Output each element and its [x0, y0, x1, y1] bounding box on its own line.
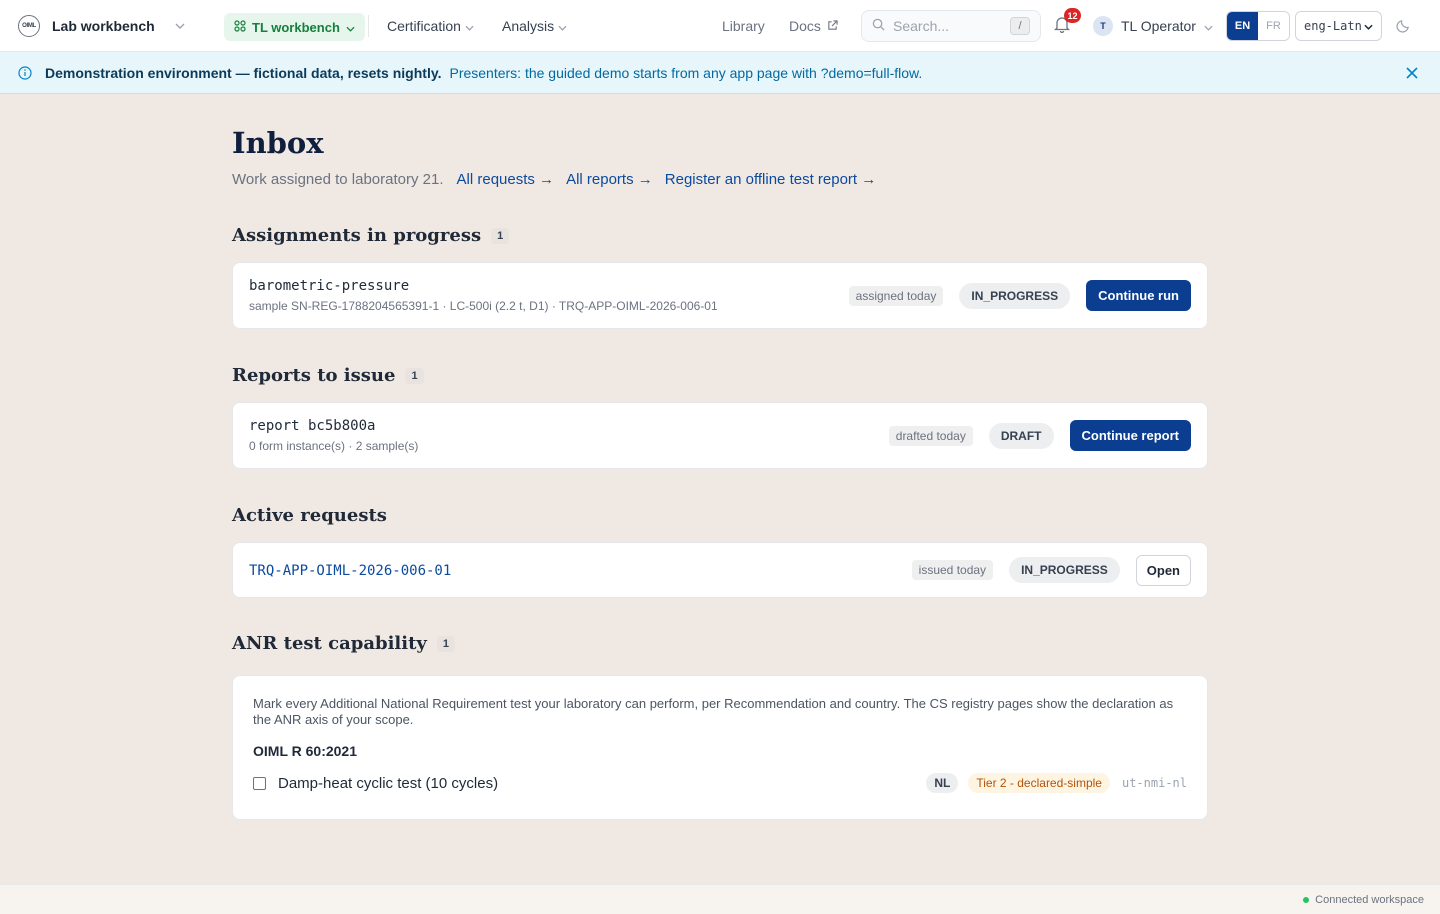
reports-count: 1: [405, 367, 424, 384]
open-request-button[interactable]: Open: [1135, 554, 1191, 586]
continue-run-button[interactable]: Continue run: [1086, 280, 1191, 311]
user-menu[interactable]: T TL Operator: [1093, 0, 1213, 52]
requests-heading-text: Active requests: [232, 505, 387, 526]
anr-heading: ANR test capability 1: [232, 633, 455, 654]
script-select[interactable]: eng-Latn: [1295, 11, 1382, 41]
nav-library-label: Library: [722, 18, 765, 34]
report-card: report bc5b800a 0 form instance(s) · 2 s…: [232, 402, 1208, 469]
assignment-card: barometric-pressure sample SN-REG-178820…: [232, 262, 1208, 329]
anr-test-row: Damp-heat cyclic test (10 cycles) NL Tie…: [253, 773, 1187, 793]
lang-fr-button[interactable]: FR: [1258, 12, 1289, 40]
reports-heading: Reports to issue 1: [232, 365, 424, 386]
language-toggle: EN FR: [1226, 11, 1290, 41]
workbench-label: TL workbench: [252, 19, 340, 35]
request-card: TRQ-APP-OIML-2026-006-01 issued today IN…: [232, 542, 1208, 598]
anr-test-checkbox[interactable]: [253, 776, 266, 790]
report-age-badge: drafted today: [888, 425, 973, 446]
close-icon[interactable]: [1406, 66, 1418, 82]
oiml-logo: OIML: [18, 14, 40, 37]
search-input[interactable]: Search... /: [861, 10, 1041, 42]
nav-docs[interactable]: Docs: [789, 0, 838, 52]
report-title: report bc5b800a: [249, 418, 376, 434]
divider: [368, 15, 369, 37]
all-requests-link[interactable]: All requests →: [457, 171, 555, 188]
status-badge: IN_PROGRESS: [959, 282, 1071, 309]
all-reports-link[interactable]: All reports →: [566, 171, 653, 188]
app-name: Lab workbench: [52, 17, 155, 34]
country-badge: NL: [926, 773, 959, 793]
nav-certification-label: Certification: [387, 18, 461, 34]
request-link[interactable]: TRQ-APP-OIML-2026-006-01: [249, 563, 451, 579]
tier-badge: Tier 2 - declared-simple: [968, 773, 1110, 793]
chevron-down-icon: [346, 20, 355, 35]
assignments-count: 1: [491, 227, 510, 244]
chevron-down-icon: [1204, 18, 1213, 34]
workbench-switcher[interactable]: TL workbench: [224, 13, 365, 41]
lang-en-button[interactable]: EN: [1227, 12, 1258, 40]
avatar: T: [1093, 16, 1113, 36]
assignment-title: barometric-pressure: [249, 278, 410, 294]
anr-description: Mark every Additional National Requireme…: [253, 696, 1174, 727]
anr-test-code: ut-nmi-nl: [1121, 776, 1187, 790]
request-age-badge: issued today: [911, 560, 994, 580]
external-link-icon: [827, 18, 838, 34]
nav-certification[interactable]: Certification: [387, 0, 474, 52]
requests-heading: Active requests: [232, 505, 387, 526]
status-footer: Connected workspace: [0, 884, 1440, 914]
status-badge: IN_PROGRESS: [1009, 557, 1120, 583]
chevron-down-icon: [558, 18, 567, 34]
moon-icon[interactable]: [1396, 18, 1411, 36]
report-meta: 0 form instance(s) · 2 sample(s): [249, 439, 419, 453]
assignment-age-badge: assigned today: [848, 285, 944, 306]
search-icon: [872, 18, 885, 34]
anr-count: 1: [436, 635, 455, 652]
anr-heading-text: ANR test capability: [232, 633, 427, 654]
anr-test-label[interactable]: Damp-heat cyclic test (10 cycles): [278, 775, 926, 792]
subtitle-text: Work assigned to laboratory 21.: [232, 171, 444, 188]
app-switcher[interactable]: OIML Lab workbench: [18, 14, 185, 37]
nav-analysis-label: Analysis: [502, 18, 555, 34]
top-navbar: OIML Lab workbench TL workbench Certific…: [0, 0, 1440, 52]
user-name: TL Operator: [1121, 18, 1196, 34]
page-title: Inbox: [232, 126, 324, 160]
chevron-down-icon: [465, 18, 474, 34]
connection-status-dot: [1303, 896, 1310, 903]
search-shortcut-key: /: [1010, 17, 1030, 35]
recommendation-title: OIML R 60:2021: [253, 743, 358, 759]
nav-library[interactable]: Library: [722, 0, 765, 52]
page-subtitle: Work assigned to laboratory 21. All requ…: [232, 171, 888, 188]
continue-report-button[interactable]: Continue report: [1069, 420, 1191, 451]
banner-title: Demonstration environment — fictional da…: [45, 64, 442, 81]
notification-count-badge: 12: [1064, 8, 1081, 23]
nav-analysis[interactable]: Analysis: [502, 0, 567, 52]
nav-docs-label: Docs: [789, 18, 821, 34]
reports-heading-text: Reports to issue: [232, 365, 396, 386]
chevron-down-icon: [1364, 19, 1373, 33]
assignments-heading-text: Assignments in progress: [232, 225, 482, 246]
register-offline-report-link[interactable]: Register an offline test report →: [665, 171, 877, 188]
script-select-value: eng-Latn: [1304, 19, 1362, 33]
search-placeholder: Search...: [893, 18, 950, 34]
banner-message: Presenters: the guided demo starts from …: [449, 64, 923, 81]
assignments-heading: Assignments in progress 1: [232, 225, 510, 246]
assignment-meta: sample SN-REG-1788204565391-1 · LC-500i …: [249, 299, 718, 313]
anr-card: Mark every Additional National Requireme…: [232, 675, 1208, 820]
chevron-down-icon: [175, 23, 185, 29]
info-icon: [18, 65, 32, 80]
demo-banner: Demonstration environment — fictional da…: [0, 52, 1440, 94]
connection-status-text: Connected workspace: [1315, 893, 1424, 906]
status-badge: DRAFT: [988, 422, 1054, 449]
grid-icon: [234, 19, 246, 35]
